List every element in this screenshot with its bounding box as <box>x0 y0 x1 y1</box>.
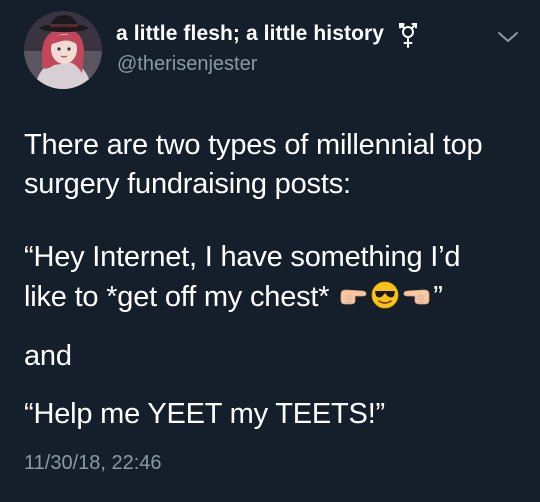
chevron-down-icon[interactable] <box>496 30 520 44</box>
tweet-text-line: “Hey Internet, I have something I’d <box>24 241 461 273</box>
tweet-text-line: and <box>24 340 72 372</box>
transgender-symbol-icon <box>399 23 417 48</box>
pointing-right-emoji-icon <box>340 289 367 305</box>
display-name[interactable]: a little flesh; a little history <box>116 22 384 46</box>
tweet-text-segment: like to *get off my chest* <box>24 281 330 313</box>
tweet-card: a little flesh; a little history @theris… <box>0 0 540 502</box>
pointing-left-emoji-icon <box>403 289 430 305</box>
tweet-text-line: “Help me YEET my TEETS!” <box>24 398 386 430</box>
sunglasses-face-emoji-icon <box>371 281 399 309</box>
avatar[interactable] <box>24 11 102 89</box>
tweet-text-line: There are two types of millennial top <box>24 129 483 161</box>
tweet-text-segment: ” <box>433 281 443 313</box>
tweet-text-line: surgery fundraising posts: <box>24 168 351 200</box>
user-handle[interactable]: @therisenjester <box>117 53 257 76</box>
tweet-text-line-with-emoji: like to *get off my chest* ” <box>24 277 443 317</box>
tweet-timestamp[interactable]: 11/30/18, 22:46 <box>24 452 162 475</box>
